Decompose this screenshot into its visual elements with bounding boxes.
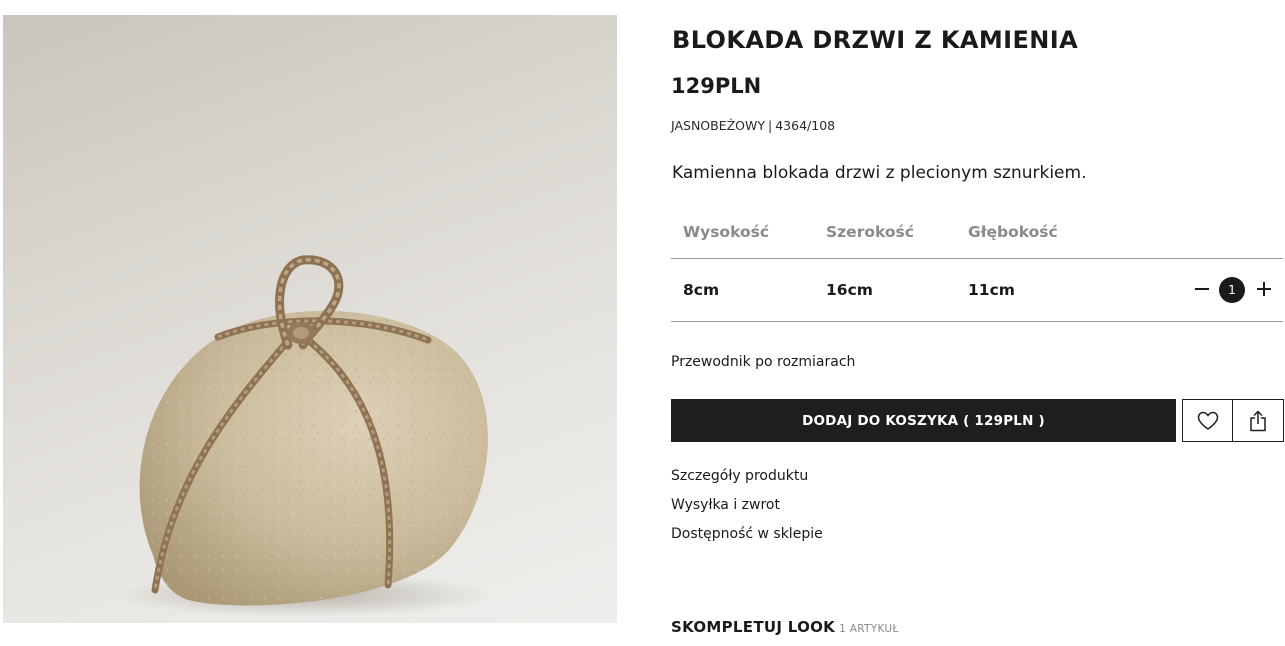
complete-look-section: SKOMPLETUJ LOOK 1 ARTYKUŁ (671, 617, 899, 636)
dimensions-header-row: Wysokość Szerokość Głębokość (671, 213, 1283, 259)
shipping-returns-link[interactable]: Wysyłka i zwrot (671, 497, 780, 513)
dimension-value-depth: 11cm (968, 281, 1015, 299)
meta-separator: | (768, 118, 773, 133)
share-button[interactable] (1233, 400, 1282, 441)
dimension-header-width: Szerokość (826, 223, 914, 241)
product-actions (1182, 399, 1284, 442)
dimension-header-height: Wysokość (683, 223, 770, 241)
plus-icon[interactable] (1252, 277, 1276, 301)
dimension-value-height: 8cm (683, 281, 720, 299)
wishlist-button[interactable] (1183, 400, 1232, 441)
product-details: BLOKADA DRZWI Z KAMIENIA 129PLN JASNOBEŻ… (671, 0, 1284, 646)
dimensions-values-row: 8cm 16cm 11cm 1 (671, 259, 1283, 322)
add-to-cart-button[interactable]: DODAJ DO KOSZYKA ( 129PLN ) (671, 399, 1176, 442)
minus-icon[interactable] (1190, 277, 1214, 301)
complete-look-count: 1 ARTYKUŁ (839, 623, 899, 635)
product-color: JASNOBEŻOWY (671, 118, 766, 133)
dimension-value-width: 16cm (826, 281, 873, 299)
store-availability-link[interactable]: Dostępność w sklepie (671, 526, 823, 542)
product-description: Kamienna blokada drzwi z plecionym sznur… (672, 163, 1087, 183)
size-guide-link[interactable]: Przewodnik po rozmiarach (671, 354, 855, 370)
quantity-value: 1 (1219, 277, 1245, 303)
product-image (3, 15, 617, 623)
product-title: BLOKADA DRZWI Z KAMIENIA (672, 26, 1079, 54)
stone-doorstop-illustration (113, 255, 493, 617)
product-meta: JASNOBEŻOWY | 4364/108 (671, 118, 835, 133)
product-details-link[interactable]: Szczegóły produktu (671, 468, 808, 484)
dimension-header-depth: Głębokość (968, 223, 1058, 241)
share-icon (1249, 410, 1266, 431)
product-price: 129PLN (671, 74, 762, 98)
product-reference: 4364/108 (775, 118, 836, 133)
complete-look-title: SKOMPLETUJ LOOK (671, 618, 836, 636)
heart-icon (1197, 411, 1218, 430)
